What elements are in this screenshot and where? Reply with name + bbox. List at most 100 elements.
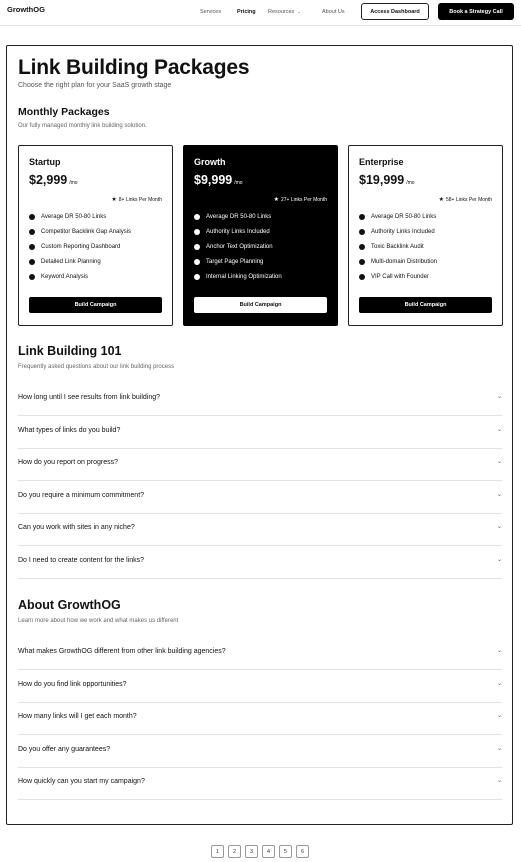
plan-card-growth: Growth $9,999/mo ★ 27+ Links Per Month Av… (183, 145, 338, 326)
bullet-icon (29, 259, 35, 265)
faq-101-title: Link Building 101 (18, 344, 122, 358)
plan-feature-label: Multi-domain Distribution (371, 259, 438, 265)
plan-feature: Target Page Planning (194, 259, 263, 265)
faq-item[interactable]: Can you work with sites in any niche? ⌄ (18, 513, 502, 546)
monthly-packages-subtitle: Our fully managed monthly link building … (18, 123, 147, 129)
bullet-icon (194, 229, 200, 235)
page-button-3[interactable]: 3 (245, 845, 258, 858)
nav-link-pricing[interactable]: Pricing (237, 9, 256, 15)
book-strategy-call-button[interactable]: Book a Strategy Call (438, 3, 514, 20)
bullet-icon (359, 214, 365, 220)
plan-feature: Multi-domain Distribution (359, 259, 437, 265)
bullet-icon (194, 244, 200, 250)
logo[interactable]: GrowthOG (7, 5, 45, 14)
faq-question: How long until I see results from link b… (18, 394, 161, 401)
plan-card-enterprise: Enterprise $19,999/mo ★ 58+ Links Per Mon… (348, 145, 503, 326)
plan-name: Enterprise (359, 157, 404, 167)
bullet-icon (359, 229, 365, 235)
bullet-icon (29, 229, 35, 235)
bullet-icon (359, 244, 365, 250)
build-campaign-button-growth[interactable]: Build Campaign (194, 297, 327, 313)
plan-feature: VIP Call with Founder (359, 274, 429, 280)
plan-feature-label: VIP Call with Founder (371, 274, 429, 280)
about-title: About GrowthOG (18, 598, 121, 612)
page-button-2[interactable]: 2 (228, 845, 241, 858)
chevron-down-icon: ⌄ (496, 394, 502, 400)
faq-item[interactable]: What types of links do you build? ⌄ (18, 416, 502, 449)
chevron-down-icon: ⌄ (496, 648, 502, 654)
plan-feature: Toxic Backlink Audit (359, 244, 424, 250)
chevron-down-icon: ⌄ (297, 9, 302, 14)
plan-price-amount: $9,999 (194, 173, 233, 187)
access-dashboard-button[interactable]: Access Dashboard (361, 3, 429, 20)
star-icon: ★ (438, 197, 444, 203)
faq-question: What makes GrowthOG different from other… (18, 648, 226, 655)
plan-feature: Average DR 50-80 Links (194, 214, 271, 220)
bullet-icon (194, 214, 200, 220)
plan-price-amount: $19,999 (359, 173, 405, 187)
faq-item[interactable]: How long until I see results from link b… (18, 383, 502, 416)
plan-links-per-month: ★ 58+ Links Per Month (439, 196, 492, 203)
plan-price: $9,999/mo (194, 173, 243, 187)
plan-name: Startup (29, 157, 61, 167)
plan-feature-label: Custom Reporting Dashboard (41, 244, 121, 250)
faq-item[interactable]: How do you find link opportunities? ⌄ (18, 670, 502, 703)
plan-feature: Average DR 50-80 Links (359, 214, 436, 220)
faq-item[interactable]: How quickly can you start my campaign? ⌄ (18, 767, 502, 800)
page-button-1[interactable]: 1 (211, 845, 224, 858)
page-button-6[interactable]: 6 (296, 845, 309, 858)
plan-feature-label: Toxic Backlink Audit (371, 244, 424, 250)
chevron-down-icon: ⌄ (496, 492, 502, 498)
plan-feature-label: Internal Linking Optimization (206, 274, 282, 280)
build-campaign-button-startup[interactable]: Build Campaign (29, 297, 162, 313)
faq-question: Do I need to create content for the link… (18, 557, 145, 564)
plan-feature-label: Target Page Planning (206, 259, 264, 265)
plan-price: $19,999/mo (359, 173, 415, 187)
faq-item[interactable]: What makes GrowthOG different from other… (18, 637, 502, 670)
plan-price-period: /mo (234, 180, 243, 186)
plan-price-period: /mo (406, 180, 415, 186)
page-title: Link Building Packages (18, 56, 250, 79)
plan-card-startup: Startup $2,999/mo ★ 8+ Links Per Month Av… (18, 145, 173, 326)
plan-price-period: /mo (69, 180, 78, 186)
chevron-down-icon: ⌄ (496, 557, 502, 563)
faq-item[interactable]: How many links will I get each month? ⌄ (18, 702, 502, 735)
faq-question: Can you work with sites in any niche? (18, 524, 135, 531)
chevron-down-icon: ⌄ (496, 524, 502, 530)
monthly-packages-title: Monthly Packages (18, 106, 110, 118)
bullet-icon (29, 274, 35, 280)
bullet-icon (29, 244, 35, 250)
plan-feature-label: Average DR 50-80 Links (41, 214, 107, 220)
plan-feature: Anchor Text Optimization (194, 244, 273, 250)
faq-item[interactable]: Do you require a minimum commitment? ⌄ (18, 481, 502, 514)
star-icon: ★ (273, 197, 279, 203)
chevron-down-icon: ⌄ (496, 427, 502, 433)
plan-feature-label: Authority Links Included (206, 229, 270, 235)
plan-feature: Custom Reporting Dashboard (29, 244, 120, 250)
plan-feature: Keyword Analysis (29, 274, 88, 280)
plan-feature: Average DR 50-80 Links (29, 214, 106, 220)
nav-link-services[interactable]: Services (200, 9, 221, 15)
chevron-down-icon: ⌄ (496, 713, 502, 719)
about-subtitle: Learn more about how we work and what ma… (18, 618, 179, 624)
faq-item[interactable]: Do you offer any guarantees? ⌄ (18, 735, 502, 768)
bullet-icon (359, 259, 365, 265)
faq-question: Do you offer any guarantees? (18, 746, 111, 753)
star-icon: ★ (111, 197, 117, 203)
bullet-icon (194, 259, 200, 265)
plan-feature-label: Average DR 50-80 Links (371, 214, 437, 220)
page-button-4[interactable]: 4 (262, 845, 275, 858)
plan-feature: Authority Links Included (359, 229, 435, 235)
build-campaign-button-enterprise[interactable]: Build Campaign (359, 297, 492, 313)
faq-item[interactable]: How do you report on progress? ⌄ (18, 448, 502, 481)
nav-link-about[interactable]: About Us (322, 9, 345, 15)
plan-name: Growth (194, 157, 226, 167)
faq-item[interactable]: Do I need to create content for the link… (18, 546, 502, 579)
page-button-5[interactable]: 5 (279, 845, 292, 858)
chevron-down-icon: ⌄ (496, 681, 502, 687)
nav-link-resources[interactable]: Resources ⌄ (268, 9, 301, 15)
plan-feature: Authority Links Included (194, 229, 270, 235)
plan-price-amount: $2,999 (29, 173, 68, 187)
faq-question: What types of links do you build? (18, 427, 121, 434)
faq-question: Do you require a minimum commitment? (18, 492, 145, 499)
